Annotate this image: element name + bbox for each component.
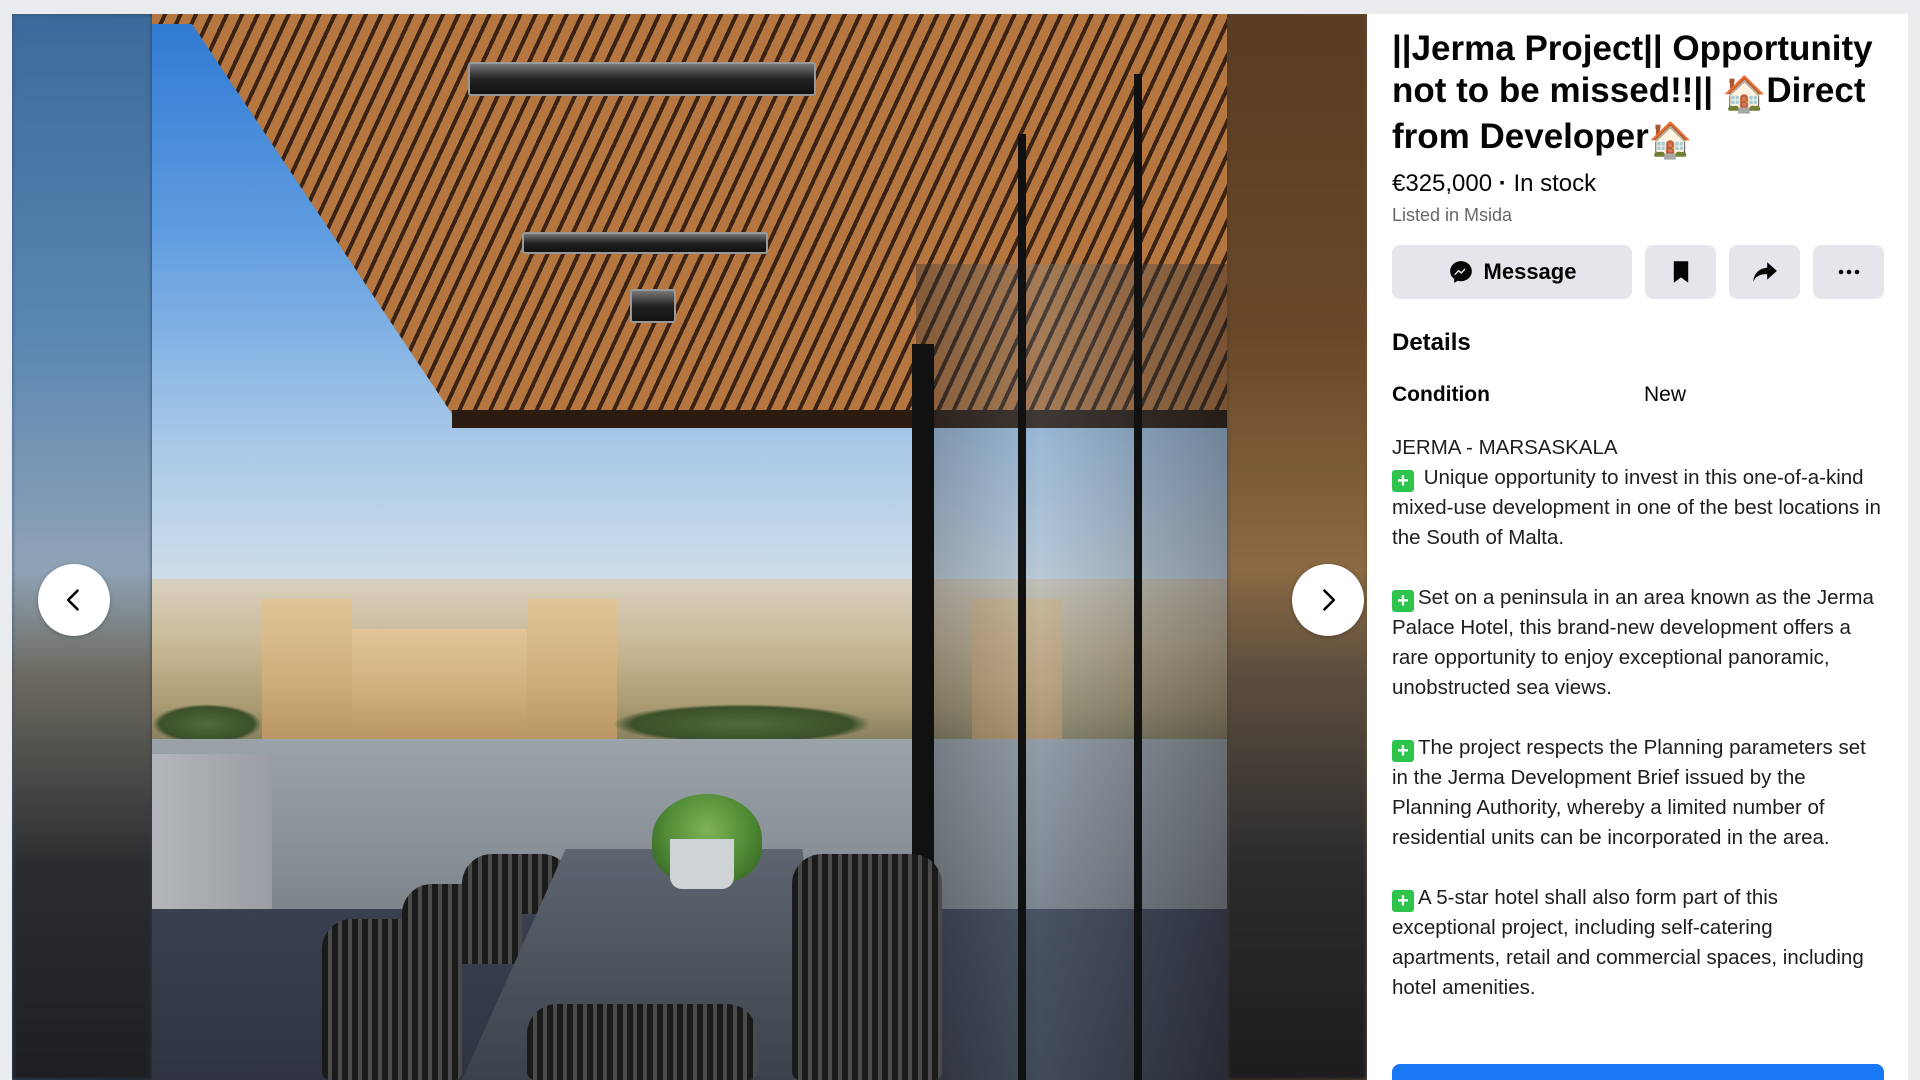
photo-light <box>630 289 676 323</box>
bookmark-icon <box>1673 261 1688 283</box>
photo-chair <box>792 854 942 1080</box>
photo-fort <box>262 599 352 739</box>
check-mark-icon: + <box>1392 590 1414 612</box>
action-bar: Message <box>1392 245 1884 299</box>
save-button[interactable] <box>1645 245 1716 299</box>
listing-details-panel: ||Jerma Project|| Opportunity not to be … <box>1367 14 1908 1080</box>
description-headline: JERMA - MARSASKALA <box>1392 436 1618 459</box>
check-mark-icon: + <box>1392 890 1414 912</box>
message-button[interactable]: Message <box>1392 245 1632 299</box>
check-mark-icon: + <box>1392 740 1414 762</box>
house-emoji: 🏠 <box>1722 75 1767 114</box>
condition-label: Condition <box>1392 383 1490 406</box>
share-button[interactable] <box>1729 245 1800 299</box>
more-dots-icon <box>1838 269 1859 275</box>
house-emoji: 🏠 <box>1648 121 1693 160</box>
description-paragraph: + A 5-star hotel shall also form part of … <box>1392 883 1884 1003</box>
description-text: A 5-star hotel shall also form part of t… <box>1392 886 1864 999</box>
listing-photo <box>152 14 1227 1080</box>
chevron-left-icon <box>66 589 79 611</box>
condition-row: Condition New <box>1392 383 1884 407</box>
photo-trees <box>152 704 262 744</box>
more-options-button[interactable] <box>1813 245 1884 299</box>
price-line: €325,000 · In stock <box>1392 170 1884 198</box>
messenger-icon <box>1449 261 1472 283</box>
photo-chair <box>527 1004 757 1080</box>
listing-location: Listed in Msida <box>1392 205 1513 225</box>
primary-action-button[interactable] <box>1392 1064 1884 1080</box>
photo-door-frame <box>1134 74 1142 1080</box>
description-text: Unique opportunity to invest in this one… <box>1392 466 1881 549</box>
description-text: The project respects the Planning parame… <box>1392 736 1866 849</box>
photo-heater <box>468 62 816 96</box>
previous-photo-button[interactable] <box>38 564 110 636</box>
photo-viewer <box>12 14 1367 1080</box>
photo-trees <box>612 704 872 744</box>
condition-value: New <box>1644 383 1687 406</box>
chevron-right-icon <box>1323 589 1336 611</box>
photo-glass-door <box>916 264 1227 1080</box>
description-text: Set on a peninsula in an area known as t… <box>1392 586 1874 699</box>
next-photo-button[interactable] <box>1292 564 1364 636</box>
blurred-backdrop-left <box>12 14 152 1080</box>
photo-door-frame <box>1018 134 1026 1080</box>
photo-fort <box>527 599 617 739</box>
check-mark-icon: + <box>1392 470 1414 492</box>
message-label: Message <box>1483 259 1577 284</box>
blurred-backdrop-right <box>1227 14 1367 1080</box>
description-paragraph: + Set on a peninsula in an area known as … <box>1392 583 1884 703</box>
photo-heater <box>522 232 768 254</box>
share-arrow-icon <box>1752 262 1777 282</box>
listing-title: ||Jerma Project|| Opportunity not to be … <box>1392 28 1882 162</box>
availability: In stock <box>1513 170 1597 197</box>
details-heading: Details <box>1392 329 1471 356</box>
description-paragraph: + The project respects the Planning param… <box>1392 733 1884 853</box>
photo-pot <box>670 839 734 889</box>
price: €325,000 <box>1392 170 1493 197</box>
photo-chair <box>322 919 462 1080</box>
listing-description: JERMA - MARSASKALA + Unique opportunity … <box>1392 433 1884 1003</box>
description-paragraph: JERMA - MARSASKALA + Unique opportunity … <box>1392 433 1884 553</box>
price-separator: · <box>1492 170 1514 197</box>
